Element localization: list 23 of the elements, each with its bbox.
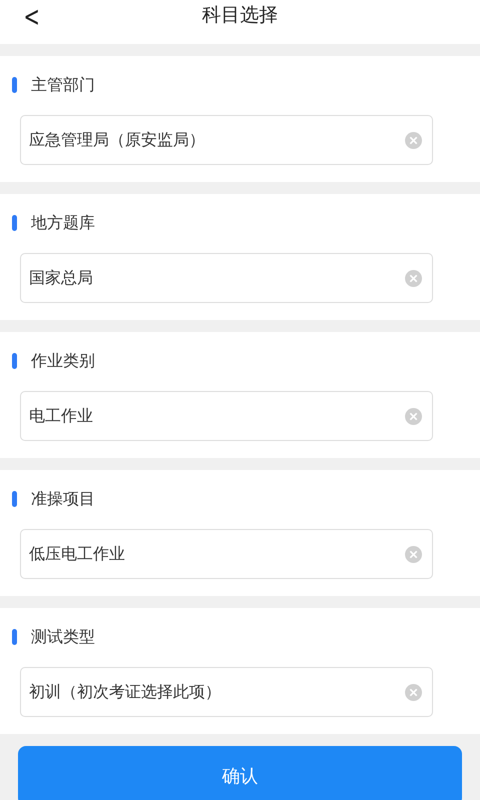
section-label: 准操项目 [31, 488, 95, 510]
clear-icon[interactable] [405, 408, 422, 424]
confirm-button[interactable]: 确认 [18, 746, 462, 800]
accent-bar [12, 353, 17, 369]
back-button[interactable]: < [19, 0, 44, 32]
clear-icon[interactable] [405, 132, 422, 148]
select-field[interactable]: 低压电工作业 [20, 529, 433, 579]
clear-icon[interactable] [405, 270, 422, 286]
accent-bar [12, 491, 17, 507]
select-field[interactable]: 应急管理局（原安监局） [20, 115, 433, 165]
accent-bar [12, 77, 17, 93]
page-title: 科目选择 [202, 3, 278, 28]
section-label: 测试类型 [31, 626, 95, 648]
section-label: 作业类别 [31, 350, 95, 372]
accent-bar [12, 629, 17, 645]
section-label: 地方题库 [31, 212, 95, 234]
select-field[interactable]: 电工作业 [20, 391, 433, 441]
clear-icon[interactable] [405, 684, 422, 700]
accent-bar [12, 215, 17, 231]
select-field[interactable]: 初训（初次考证选择此项） [20, 667, 433, 717]
select-field[interactable]: 国家总局 [20, 253, 433, 303]
section-label: 主管部门 [31, 74, 95, 96]
clear-icon[interactable] [405, 546, 422, 562]
